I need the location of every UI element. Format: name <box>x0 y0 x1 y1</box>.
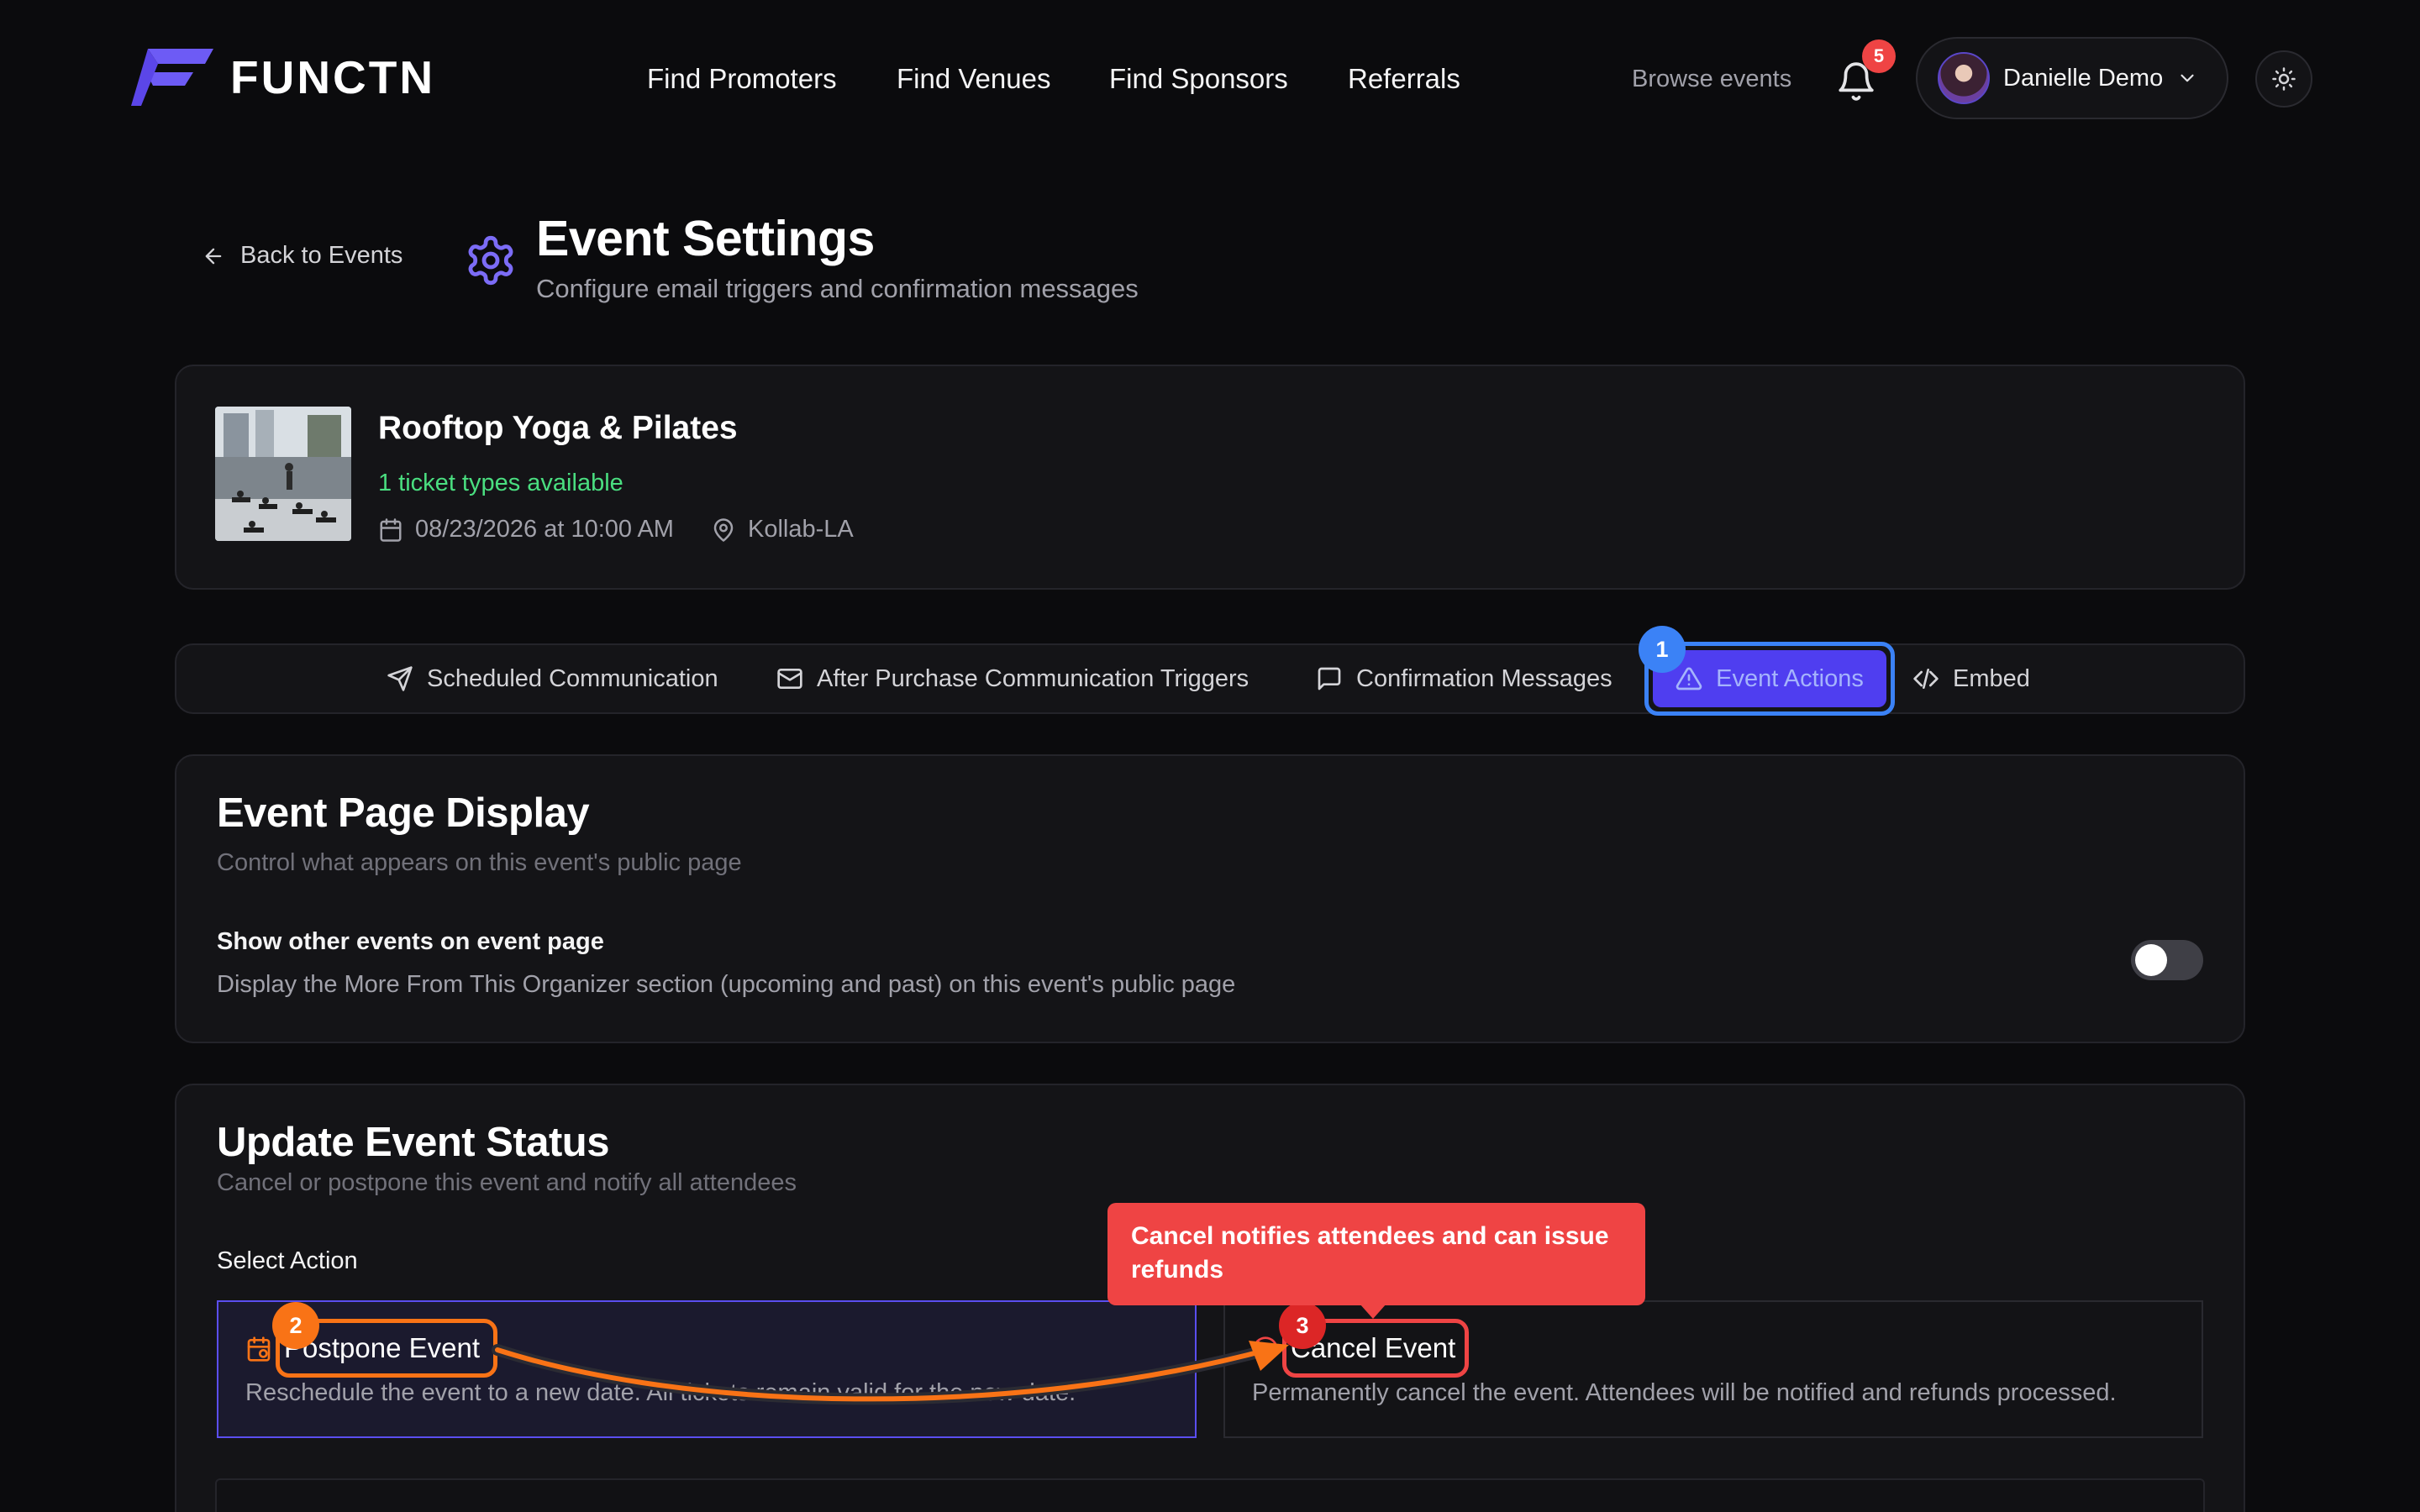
tooltip-arrow <box>1360 1304 1386 1319</box>
step-3-marker: 3 <box>1279 1302 1326 1349</box>
cancel-tooltip: Cancel notifies attendees and can issue … <box>1107 1203 1645 1305</box>
step-2-marker: 2 <box>272 1302 319 1349</box>
